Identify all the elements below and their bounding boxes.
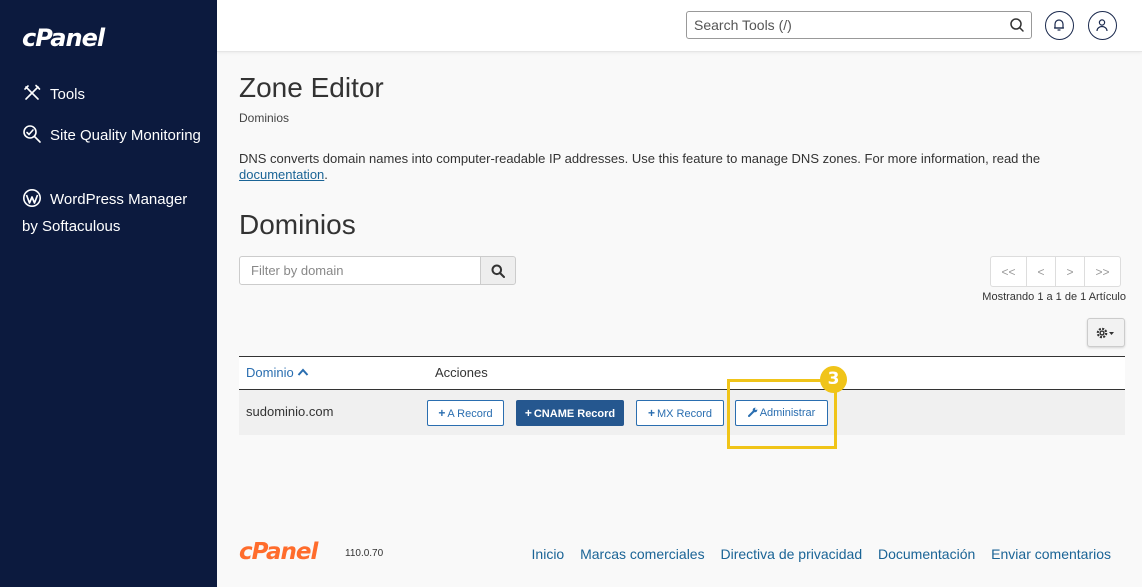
filter-search-button[interactable]: [480, 256, 516, 285]
top-bar: [217, 0, 1142, 52]
page-description: DNS converts domain names into computer-…: [239, 151, 1119, 183]
breadcrumb: Dominios: [239, 111, 290, 125]
footer-link-trademarks[interactable]: Marcas comerciales: [580, 546, 704, 562]
description-end: .: [324, 167, 328, 182]
plus-icon: +: [647, 406, 655, 420]
settings-dropdown-button[interactable]: [1087, 318, 1125, 347]
cpanel-logo[interactable]: cPanel: [22, 24, 105, 52]
gear-icon: [1096, 327, 1114, 339]
filter-input[interactable]: [239, 256, 481, 285]
step-highlight-box: [727, 379, 837, 449]
page-first-button[interactable]: <<: [990, 256, 1027, 287]
page-next-button[interactable]: >: [1055, 256, 1085, 287]
table-row: sudominio.com + A Record + CNAME Record + M…: [239, 390, 1125, 435]
step-number-badge: 3: [820, 366, 847, 393]
user-menu-button[interactable]: [1088, 11, 1117, 40]
domains-table: Dominio Acciones sudominio.com + A Record…: [239, 356, 1125, 435]
search-tools[interactable]: [686, 11, 1032, 39]
tools-icon: [22, 83, 42, 103]
sidebar-item-label: Tools: [50, 86, 86, 103]
bell-icon: [1054, 19, 1064, 31]
site-quality-icon: [22, 124, 42, 144]
plus-icon: +: [524, 406, 532, 420]
notifications-button[interactable]: [1045, 11, 1074, 40]
page-title: Zone Editor: [239, 72, 384, 103]
add-a-record-button[interactable]: + A Record: [427, 400, 504, 426]
documentation-link[interactable]: documentation: [239, 167, 324, 182]
sidebar-item-label: Site Quality Monitoring: [50, 127, 201, 144]
search-icon: [491, 264, 505, 278]
pagination: << < > >>: [990, 256, 1121, 287]
page-last-button[interactable]: >>: [1084, 256, 1121, 287]
version-number: 110.0.70: [345, 548, 384, 559]
sidebar-item-label: WordPress Manager by Softaculous: [22, 191, 188, 235]
user-icon: [1096, 19, 1108, 32]
sidebar-item-wordpress[interactable]: WordPress Manager by Softaculous: [22, 186, 207, 240]
sort-domain-header[interactable]: Dominio: [246, 365, 309, 380]
sort-ascending-icon: [297, 368, 308, 376]
add-cname-record-button[interactable]: + CNAME Record: [516, 400, 624, 426]
add-mx-record-button[interactable]: + MX Record: [636, 400, 724, 426]
page-prev-button[interactable]: <: [1026, 256, 1056, 287]
sidebar: cPanel Tools Site Quality Monitoring Wor…: [0, 0, 217, 587]
domain-cell: sudominio.com: [246, 404, 334, 419]
footer-link-feedback[interactable]: Enviar comentarios: [991, 546, 1111, 562]
results-count: Mostrando 1 a 1 de 1 Artículo: [982, 291, 1126, 303]
description-text: DNS converts domain names into computer-…: [239, 151, 1041, 166]
table-header: Dominio Acciones: [239, 356, 1125, 390]
footer-links: Inicio Marcas comerciales Directiva de p…: [520, 546, 1111, 562]
footer-link-privacy[interactable]: Directiva de privacidad: [720, 546, 862, 562]
footer-link-home[interactable]: Inicio: [532, 546, 565, 562]
footer-cpanel-logo[interactable]: cPanel: [239, 539, 318, 565]
actions-header: Acciones: [435, 365, 488, 380]
domain-filter: [239, 256, 517, 286]
wordpress-icon: [22, 188, 42, 208]
search-input[interactable]: [687, 12, 987, 38]
footer-link-documentation[interactable]: Documentación: [878, 546, 975, 562]
sidebar-item-tools[interactable]: Tools: [22, 81, 85, 108]
search-icon[interactable]: [1009, 17, 1025, 33]
sidebar-item-site-quality[interactable]: Site Quality Monitoring: [22, 122, 207, 149]
plus-icon: +: [438, 406, 446, 420]
section-title: Dominios: [239, 209, 356, 240]
